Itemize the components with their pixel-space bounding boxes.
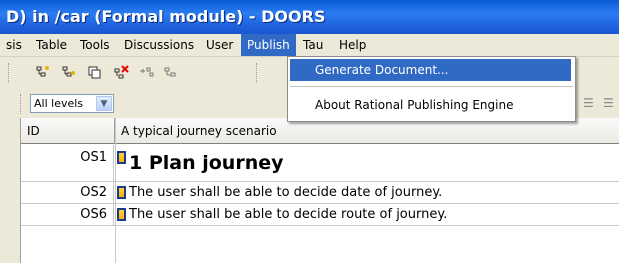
menu-table[interactable]: Table [30, 34, 73, 56]
menu-separator [290, 86, 573, 87]
menu-help[interactable]: Help [333, 34, 372, 56]
indent-icon[interactable] [162, 64, 180, 82]
row-body: The user shall be able to decide route o… [117, 204, 619, 225]
menu-publish[interactable]: Publish [241, 34, 296, 56]
link-icon[interactable] [138, 64, 156, 82]
row-text: 1 Plan journey [129, 152, 284, 174]
window-title: D) in /car (Formal module) - DOORS [6, 7, 326, 26]
copy-object-icon[interactable] [86, 64, 104, 82]
levels-select[interactable]: All levels ▼ [30, 94, 114, 113]
menu-item-generate-document[interactable]: Generate Document... [290, 59, 571, 81]
menu-analysis[interactable]: sis [0, 34, 28, 56]
row-text: The user shall be able to decide route o… [129, 207, 448, 222]
menu-tools[interactable]: Tools [74, 34, 116, 56]
insert-object-icon[interactable] [34, 64, 52, 82]
object-flag-icon [117, 208, 126, 221]
toolbar-separator [8, 63, 11, 83]
column-header-id[interactable]: ID [21, 118, 115, 144]
toolbar-separator [256, 63, 259, 83]
publish-dropdown-menu: Generate Document... About Rational Publ… [287, 56, 576, 122]
delete-object-icon[interactable] [112, 64, 130, 82]
align-left-icon[interactable]: ☰ [583, 96, 594, 110]
module-table: ID A typical journey scenario OS1 1 Plan… [20, 118, 619, 263]
table-row[interactable]: OS2 The user shall be able to decide dat… [21, 182, 619, 204]
chevron-down-icon[interactable]: ▼ [96, 96, 112, 111]
table-row[interactable]: OS6 The user shall be able to decide rou… [21, 204, 619, 226]
row-id: OS2 [21, 182, 114, 203]
menu-tau[interactable]: Tau [297, 34, 329, 56]
row-heading: 1 Plan journey [117, 145, 619, 181]
window-title-bar[interactable]: D) in /car (Formal module) - DOORS [0, 0, 619, 34]
menu-item-about-rpe[interactable]: About Rational Publishing Engine [290, 94, 571, 116]
object-flag-icon [117, 186, 126, 199]
row-id: OS6 [21, 204, 114, 225]
table-row[interactable]: OS1 1 Plan journey [21, 145, 619, 182]
toolbar-separator [20, 94, 23, 114]
row-body: The user shall be able to decide date of… [117, 182, 619, 203]
menu-user[interactable]: User [200, 34, 239, 56]
levels-selected-value: All levels [34, 97, 84, 110]
menu-discussions[interactable]: Discussions [118, 34, 200, 56]
row-text: The user shall be able to decide date of… [129, 185, 443, 200]
insert-below-icon[interactable] [60, 64, 78, 82]
row-id: OS1 [21, 145, 114, 181]
object-flag-icon [117, 151, 126, 164]
align-justify-icon[interactable]: ☰ [603, 96, 614, 110]
column-divider [115, 118, 116, 263]
menu-bar: sis Table Tools Discussions User Publish… [0, 34, 619, 57]
